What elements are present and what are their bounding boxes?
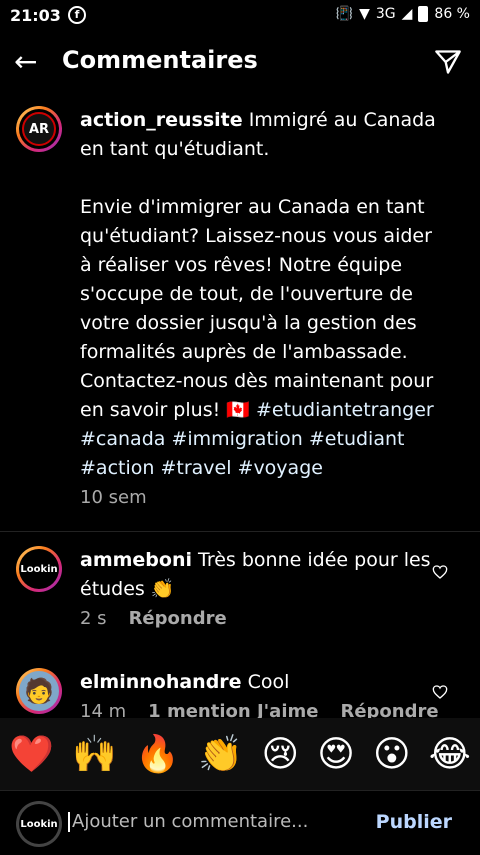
divider xyxy=(0,531,480,532)
caption-username[interactable]: action_reussite xyxy=(80,109,243,131)
battery-percent: 86 % xyxy=(434,6,470,22)
status-bar: 21:03 f 📳 ▼ 3G ◢ 86 % xyxy=(0,0,480,32)
heart-emoji-button[interactable]: ❤️ xyxy=(9,733,54,775)
signal-icon: ◢ xyxy=(401,6,413,22)
avatar: Lookin xyxy=(16,801,62,847)
avatar[interactable]: AR xyxy=(16,106,62,152)
battery-icon xyxy=(418,6,429,22)
comment-username[interactable]: ammeboni xyxy=(80,549,192,571)
reply-button[interactable]: Répondre xyxy=(129,608,227,629)
laughing-emoji-button[interactable]: 😂 xyxy=(429,734,471,775)
crying-emoji-button[interactable]: 😢 xyxy=(261,734,299,775)
send-icon[interactable] xyxy=(434,48,462,80)
caption-body: Immigré au Canada en tant qu'étudiant. E… xyxy=(80,109,436,421)
back-arrow-icon[interactable]: ← xyxy=(14,48,37,76)
comment-username[interactable]: elminnohandre xyxy=(80,671,242,693)
clap-emoji-button[interactable]: 👏 xyxy=(198,733,243,775)
avatar-text: Lookin xyxy=(19,549,59,589)
heart-eyes-emoji-button[interactable]: 😍 xyxy=(317,734,355,775)
avatar[interactable]: 🧑 xyxy=(16,668,62,714)
page-title: Commentaires xyxy=(62,46,258,74)
app-header: ← Commentaires xyxy=(0,38,480,86)
avatar[interactable]: Lookin xyxy=(16,546,62,592)
wifi-icon: ▼ xyxy=(359,6,370,22)
caption-time: 10 sem xyxy=(80,487,147,508)
avatar-text: Lookin xyxy=(19,804,59,844)
brand-logo: AR xyxy=(22,112,56,146)
comment-text: ammeboni Très bonne idée pour les études… xyxy=(80,546,440,633)
status-right: 📳 ▼ 3G ◢ 86 % xyxy=(336,6,470,22)
comment-compose-bar: Lookin Ajouter un commentaire... Publier xyxy=(0,790,480,855)
quick-reactions-bar: ❤️ 🙌 🔥 👏 😢 😍 😮 😂 xyxy=(0,718,480,790)
text-caret xyxy=(68,812,70,832)
like-heart-icon[interactable] xyxy=(432,564,448,580)
comment-placeholder: Ajouter un commentaire... xyxy=(72,811,309,832)
caption-text: action_reussite Immigré au Canada en tan… xyxy=(80,106,440,512)
comment-time: 2 s xyxy=(80,608,107,629)
avatar-photo: 🧑 xyxy=(19,671,59,711)
raised-hands-emoji-button[interactable]: 🙌 xyxy=(72,733,117,775)
publish-button[interactable]: Publier xyxy=(376,811,452,833)
like-heart-icon[interactable] xyxy=(432,684,448,700)
status-time: 21:03 xyxy=(10,6,61,25)
comment-body: Cool xyxy=(241,671,290,693)
fire-emoji-button[interactable]: 🔥 xyxy=(135,733,180,775)
facebook-notification-icon: f xyxy=(68,6,86,24)
network-icon: 3G xyxy=(375,6,396,22)
vibrate-icon: 📳 xyxy=(335,6,354,22)
surprised-emoji-button[interactable]: 😮 xyxy=(373,734,411,775)
comment-input[interactable]: Ajouter un commentaire... xyxy=(68,811,308,832)
